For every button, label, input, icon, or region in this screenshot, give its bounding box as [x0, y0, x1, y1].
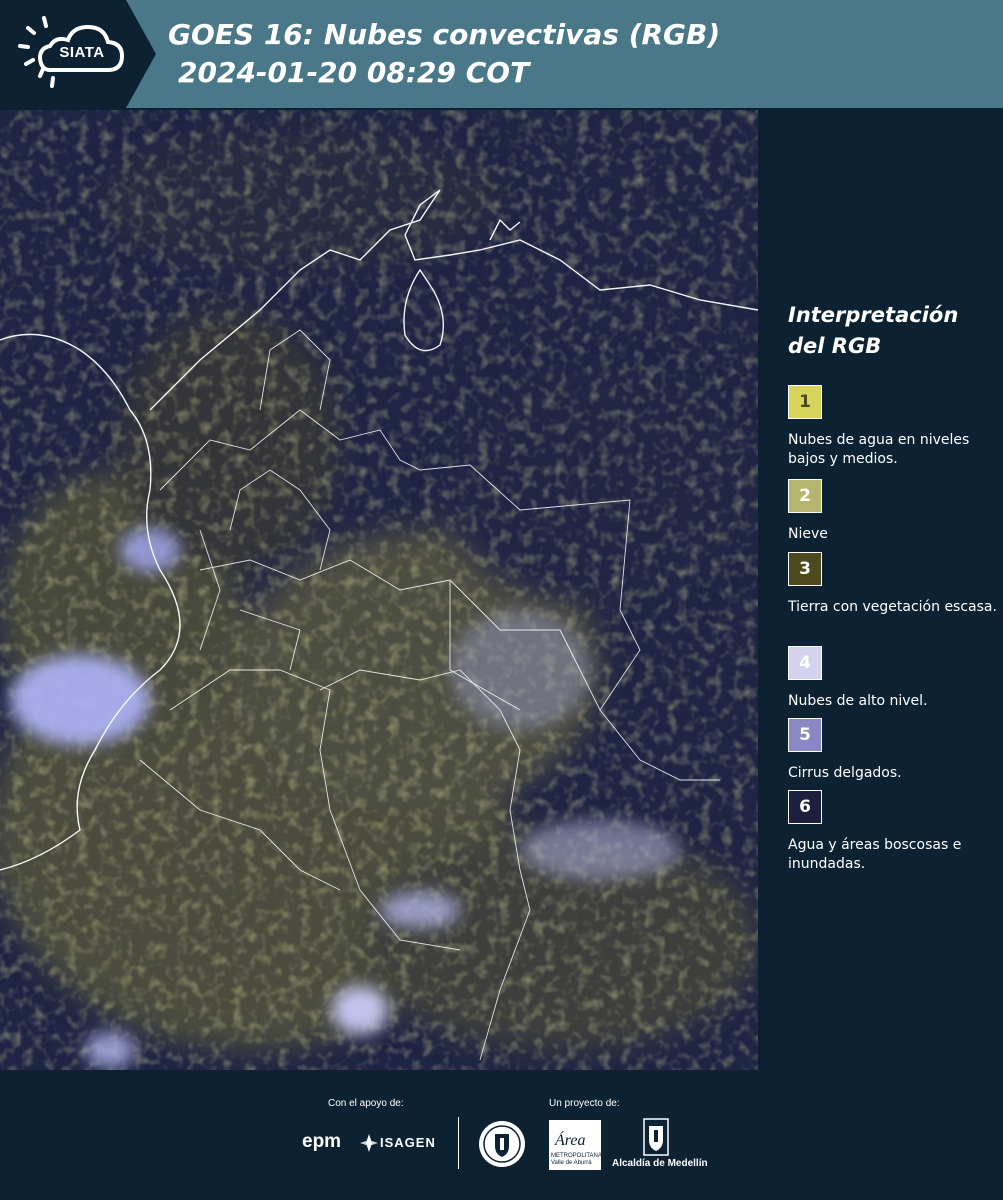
- sponsor-footer: Con el apoyo de: Un proyecto de: epm ISA…: [0, 1070, 1003, 1200]
- satellite-map: [0, 110, 758, 1070]
- legend-label-1: Nubes de agua en niveles bajos y medios.: [788, 432, 970, 467]
- legend-item-6: 6 Agua y áreas boscosas e inundadas.: [788, 790, 998, 874]
- isagen-logo: ISAGEN: [380, 1135, 436, 1150]
- legend-swatch-3: 3: [788, 552, 822, 586]
- siata-logo: SIATA: [0, 0, 156, 108]
- legend-label-2: Nieve: [788, 526, 828, 542]
- legend-swatch-2: 2: [788, 479, 822, 513]
- alcaldia-shield-icon: [643, 1118, 669, 1156]
- legend-label-5: Cirrus delgados.: [788, 765, 902, 781]
- isagen-mark-icon: [360, 1134, 378, 1152]
- legend-title: Interpretación del RGB: [788, 300, 998, 362]
- footer-divider: [458, 1117, 459, 1169]
- legend-swatch-4: 4: [788, 646, 822, 680]
- support-label: Con el apoyo de:: [328, 1098, 404, 1109]
- area-logo-subtitle: METROPOLITANA Valle de Aburrá: [551, 1153, 602, 1166]
- title-timestamp: 2024-01-20 08:29 COT: [178, 56, 530, 89]
- legend-item-1: 1 Nubes de agua en niveles bajos y medio…: [788, 385, 998, 469]
- epm-logo: epm: [302, 1131, 342, 1152]
- page-title: GOES 16: Nubes convectivas (RGB) 2024-01…: [168, 16, 720, 92]
- legend-title-line2: del RGB: [788, 334, 882, 358]
- project-label: Un proyecto de:: [549, 1098, 620, 1109]
- legend-swatch-1: 1: [788, 385, 822, 419]
- legend-swatch-5: 5: [788, 718, 822, 752]
- header-bar: SIATA GOES 16: Nubes convectivas (RGB) 2…: [0, 0, 1003, 108]
- legend-item-5: 5 Cirrus delgados.: [788, 718, 998, 783]
- legend-label-6: Agua y áreas boscosas e inundadas.: [788, 837, 962, 872]
- legend-item-4: 4 Nubes de alto nivel.: [788, 646, 998, 711]
- legend-item-3: 3 Tierra con vegetación escasa.: [788, 552, 998, 617]
- legend-swatch-6: 6: [788, 790, 822, 824]
- title-product: GOES 16: Nubes convectivas (RGB): [168, 18, 721, 51]
- legend-label-3: Tierra con vegetación escasa.: [788, 599, 997, 615]
- legend-title-line1: Interpretación: [788, 303, 959, 327]
- area-metropolitana-logo: Área METROPOLITANA Valle de Aburrá: [549, 1120, 602, 1170]
- medellin-seal-icon: [479, 1121, 525, 1167]
- satellite-image: [0, 110, 758, 1070]
- area-logo-word: Área: [555, 1132, 586, 1149]
- rgb-legend: Interpretación del RGB 1 Nubes de agua e…: [760, 108, 1003, 1070]
- siata-logo-text: SIATA: [59, 44, 105, 61]
- legend-item-2: 2 Nieve: [788, 479, 998, 544]
- alcaldia-logo: Alcaldía de Medellín: [612, 1158, 708, 1169]
- legend-label-4: Nubes de alto nivel.: [788, 693, 928, 709]
